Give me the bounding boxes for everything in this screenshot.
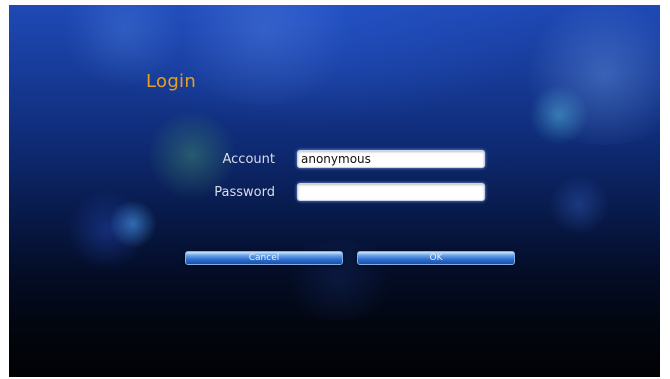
background-light-spot bbox=[549, 175, 609, 235]
account-field[interactable] bbox=[297, 150, 485, 168]
cancel-button[interactable]: Cancel bbox=[185, 251, 343, 265]
background-light-spot bbox=[67, 190, 147, 270]
page-title: Login bbox=[146, 71, 197, 92]
background-light-spot bbox=[529, 85, 589, 145]
ok-button[interactable]: OK bbox=[357, 251, 515, 265]
account-label: Account bbox=[222, 152, 276, 167]
login-screen: Login Account Password Cancel OK bbox=[9, 5, 660, 377]
background-light-spot bbox=[514, 5, 660, 145]
password-field[interactable] bbox=[297, 183, 485, 201]
password-label: Password bbox=[214, 185, 275, 200]
background-light-spot bbox=[109, 200, 157, 248]
background-light-spot bbox=[169, 5, 359, 105]
